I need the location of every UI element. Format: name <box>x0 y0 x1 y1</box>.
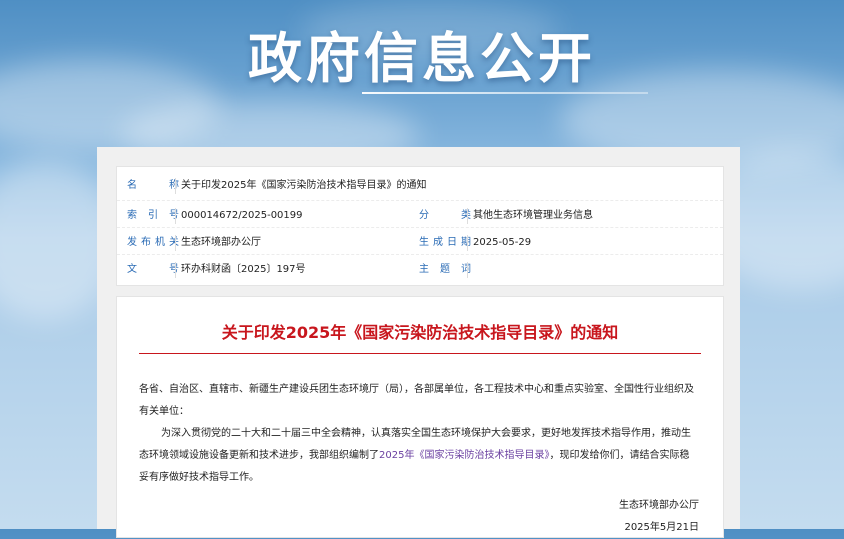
meta-row-docno: 文 号 环办科财函〔2025〕197号 主 题 词 <box>117 254 723 284</box>
catalog-link[interactable]: 2025年《国家污染防治技术指导目录》 <box>379 450 549 461</box>
meta-value-docno: 环办科财函〔2025〕197号 <box>181 264 306 275</box>
title-divider <box>139 353 701 354</box>
meta-label-index: 索 引 号 <box>127 210 179 221</box>
meta-value-issuer: 生态环境部办公厅 <box>181 237 261 248</box>
meta-row-index: 索 引 号 000014672/2025-00199 分 类 其他生态环境管理业… <box>117 200 723 230</box>
meta-divider <box>467 262 468 278</box>
meta-label-issuer: 发布机关 <box>127 237 179 248</box>
main-paragraph: 为深入贯彻党的二十大和二十届三中全会精神，认真落实全国生态环境保护大会要求，更好… <box>139 423 699 489</box>
meta-value-name: 关于印发2025年《国家污染防治技术指导目录》的通知 <box>181 180 427 191</box>
document-body: 各省、自治区、直辖市、新疆生产建设兵团生态环境厅（局），各部属单位，各工程技术中… <box>139 379 699 539</box>
meta-divider <box>467 235 468 251</box>
meta-divider <box>175 262 176 278</box>
signer: 生态环境部办公厅 <box>619 500 699 511</box>
meta-row-name: 名 称 关于印发2025年《国家污染防治技术指导目录》的通知 <box>117 171 723 200</box>
meta-label-topic: 主 题 词 <box>419 264 471 275</box>
document-title: 关于印发2025年《国家污染防治技术指导目录》的通知 <box>221 323 619 342</box>
meta-divider <box>467 208 468 224</box>
metadata-table: 名 称 关于印发2025年《国家污染防治技术指导目录》的通知 索 引 号 000… <box>116 166 724 286</box>
recipients-paragraph: 各省、自治区、直辖市、新疆生产建设兵团生态环境厅（局），各部属单位，各工程技术中… <box>139 384 694 417</box>
banner-underline <box>362 92 648 94</box>
meta-divider <box>175 208 176 224</box>
meta-label-date: 生成日期 <box>419 237 471 248</box>
meta-divider <box>175 178 176 194</box>
banner-title: 政府信息公开 <box>248 27 596 90</box>
meta-label-category: 分 类 <box>419 210 471 221</box>
meta-value-date: 2025-05-29 <box>473 237 532 248</box>
meta-label-name: 名 称 <box>127 180 179 191</box>
meta-value-index: 000014672/2025-00199 <box>181 210 303 221</box>
meta-value-category: 其他生态环境管理业务信息 <box>473 210 593 221</box>
content-container: 名 称 关于印发2025年《国家污染防治技术指导目录》的通知 索 引 号 000… <box>97 147 740 538</box>
meta-label-docno: 文 号 <box>127 264 179 275</box>
document-panel: 关于印发2025年《国家污染防治技术指导目录》的通知 各省、自治区、直辖市、新疆… <box>116 296 724 538</box>
sign-date: 2025年5月21日 <box>624 522 699 533</box>
meta-row-issuer: 发布机关 生态环境部办公厅 生成日期 2025-05-29 <box>117 227 723 257</box>
meta-divider <box>175 235 176 251</box>
